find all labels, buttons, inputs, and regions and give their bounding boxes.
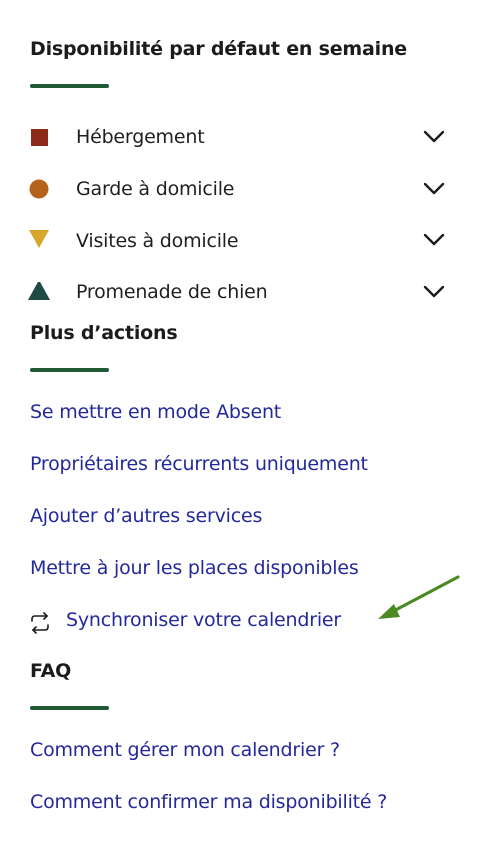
- circle-icon: [29, 179, 49, 199]
- sync-icon[interactable]: [29, 612, 51, 634]
- heading-underline: [30, 706, 109, 710]
- service-row-promenade[interactable]: Promenade de chien: [0, 281, 486, 322]
- link-recurring-owners[interactable]: Propriétaires récurrents uniquement: [30, 453, 368, 475]
- service-label: Garde à domicile: [76, 178, 235, 200]
- chevron-down-icon[interactable]: [423, 130, 445, 144]
- chevron-down-icon[interactable]: [423, 233, 445, 247]
- square-icon: [31, 129, 48, 146]
- actions-heading: Plus d’actions: [30, 322, 178, 344]
- service-row-visites[interactable]: Visites à domicile: [0, 230, 486, 270]
- heading-underline: [30, 84, 109, 88]
- service-label: Hébergement: [76, 126, 205, 148]
- faq-heading: FAQ: [30, 660, 72, 682]
- chevron-down-icon[interactable]: [423, 182, 445, 196]
- link-update-spots[interactable]: Mettre à jour les places disponibles: [30, 557, 359, 579]
- triangle-down-icon: [29, 230, 49, 248]
- faq-link-manage-calendar[interactable]: Comment gérer mon calendrier ?: [30, 739, 340, 761]
- service-label: Promenade de chien: [76, 281, 268, 303]
- service-row-hebergement[interactable]: Hébergement: [0, 126, 486, 167]
- link-sync-calendar[interactable]: Synchroniser votre calendrier: [66, 609, 341, 631]
- service-label: Visites à domicile: [76, 230, 239, 252]
- chevron-down-icon[interactable]: [423, 285, 445, 299]
- availability-heading: Disponibilité par défaut en semaine: [30, 38, 407, 60]
- annotation-arrow-icon: [378, 575, 460, 619]
- heading-underline: [30, 368, 109, 372]
- link-add-services[interactable]: Ajouter d’autres services: [30, 505, 262, 527]
- triangle-up-icon: [28, 282, 50, 300]
- faq-link-confirm-availability[interactable]: Comment confirmer ma disponibilité ?: [30, 791, 387, 813]
- service-row-garde[interactable]: Garde à domicile: [0, 178, 486, 219]
- link-absent-mode[interactable]: Se mettre en mode Absent: [30, 401, 281, 423]
